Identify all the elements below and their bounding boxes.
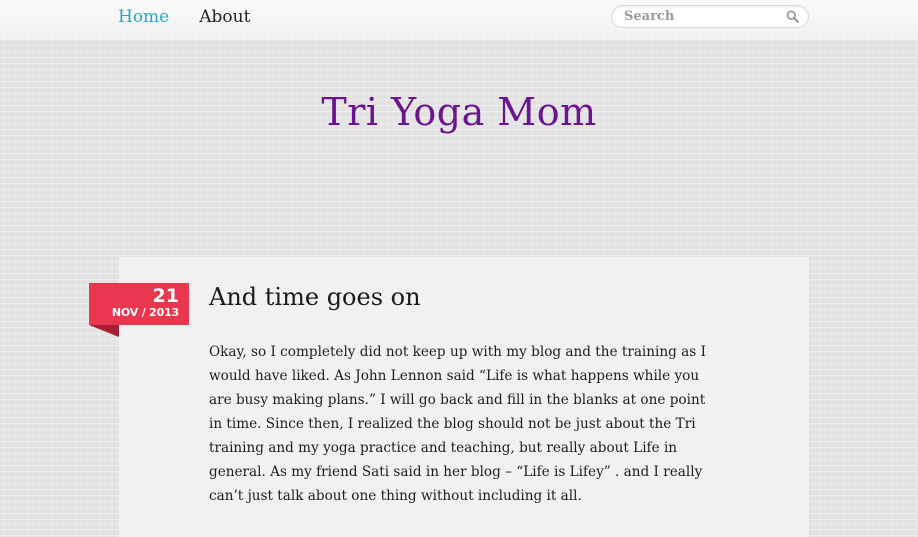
search-icon[interactable] xyxy=(786,10,799,23)
post-date-month-year: NOV / 2013 xyxy=(111,306,179,319)
nav-scalloped-edge xyxy=(0,36,918,44)
post-title[interactable]: And time goes on xyxy=(209,281,421,313)
date-ribbon-fold xyxy=(89,325,119,337)
post-date-badge: 21 NOV / 2013 xyxy=(89,283,189,325)
site-title[interactable]: Tri Yoga Mom xyxy=(0,88,918,136)
post-date-day: 21 xyxy=(152,285,179,307)
search-input[interactable] xyxy=(624,7,774,26)
nav-link-home[interactable]: Home xyxy=(118,6,169,28)
top-nav-bar: Home About xyxy=(0,0,918,36)
post-body: Okay, so I completely did not keep up wi… xyxy=(209,344,706,504)
search-box xyxy=(611,5,809,28)
main-nav: Home About xyxy=(118,6,250,28)
nav-link-about[interactable]: About xyxy=(199,6,250,28)
